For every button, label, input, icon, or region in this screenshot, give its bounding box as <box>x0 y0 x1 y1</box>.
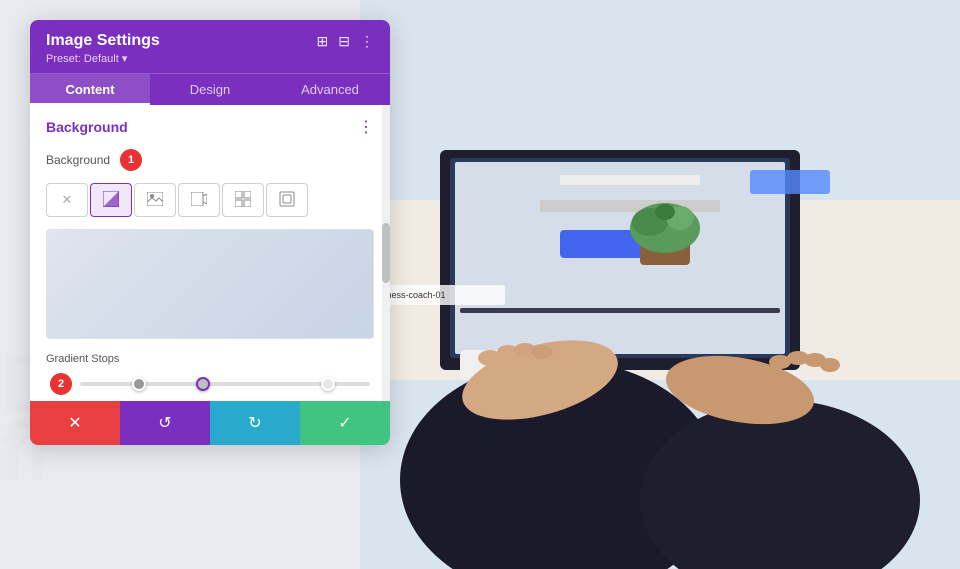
gradient-icon <box>103 191 119 210</box>
image-background-button[interactable] <box>134 183 176 217</box>
no-background-button[interactable]: ✕ <box>46 183 88 217</box>
image-settings-panel: Image Settings ⊞ ⊟ ⋮ Preset: Default ▾ C… <box>30 20 390 445</box>
no-bg-icon: ✕ <box>62 192 73 208</box>
expand-icon[interactable]: ⊞ <box>317 33 329 50</box>
scroll-track <box>382 105 390 401</box>
video-background-button[interactable] <box>178 183 220 217</box>
tab-design[interactable]: Design <box>150 74 270 105</box>
reset-button[interactable]: ↺ <box>120 401 210 445</box>
scroll-thumb[interactable] <box>382 223 390 283</box>
mask-bg-icon <box>279 191 295 210</box>
confirm-icon: ✓ <box>338 413 351 433</box>
gradient-background-button[interactable] <box>90 183 132 217</box>
more-icon[interactable]: ⋮ <box>360 33 374 50</box>
cancel-icon: ✕ <box>68 413 81 433</box>
panel-tabs: Content Design Advanced <box>30 73 390 105</box>
panel-body: Background ⋮ Background 1 ✕ <box>30 105 390 401</box>
badge-1[interactable]: 1 <box>120 149 142 171</box>
pattern-background-button[interactable] <box>222 183 264 217</box>
image-bg-icon <box>147 192 163 209</box>
gradient-stop-3[interactable] <box>321 377 335 391</box>
pattern-bg-icon <box>235 191 251 210</box>
badge-2[interactable]: 2 <box>50 373 72 395</box>
panel-footer: ✕ ↺ ↻ ✓ <box>30 401 390 445</box>
panel-header: Image Settings ⊞ ⊟ ⋮ Preset: Default ▾ <box>30 20 390 73</box>
gradient-stops-label: Gradient Stops <box>46 353 374 365</box>
confirm-button[interactable]: ✓ <box>300 401 390 445</box>
image-area: business-coach-01 <box>360 0 960 569</box>
background-label: Background <box>46 153 110 167</box>
gradient-stops-section: Gradient Stops 2 <box>30 343 390 401</box>
section-menu-icon[interactable]: ⋮ <box>358 117 374 137</box>
tab-content[interactable]: Content <box>30 74 150 105</box>
gradient-stop-2[interactable] <box>196 377 210 391</box>
panel-title: Image Settings <box>46 32 160 50</box>
section-title: Background <box>46 119 128 135</box>
redo-icon: ↻ <box>248 413 261 433</box>
gradient-preview <box>46 229 374 339</box>
gradient-stop-1[interactable] <box>132 377 146 391</box>
background-type-icons: ✕ <box>30 179 390 225</box>
cancel-button[interactable]: ✕ <box>30 401 120 445</box>
reset-icon: ↺ <box>158 413 171 433</box>
panel-preset[interactable]: Preset: Default ▾ <box>46 52 374 65</box>
video-bg-icon <box>191 192 207 209</box>
columns-icon[interactable]: ⊟ <box>338 33 350 50</box>
mask-background-button[interactable] <box>266 183 308 217</box>
redo-button[interactable]: ↻ <box>210 401 300 445</box>
gradient-slider-track[interactable] <box>80 382 370 386</box>
tab-advanced[interactable]: Advanced <box>270 74 390 105</box>
